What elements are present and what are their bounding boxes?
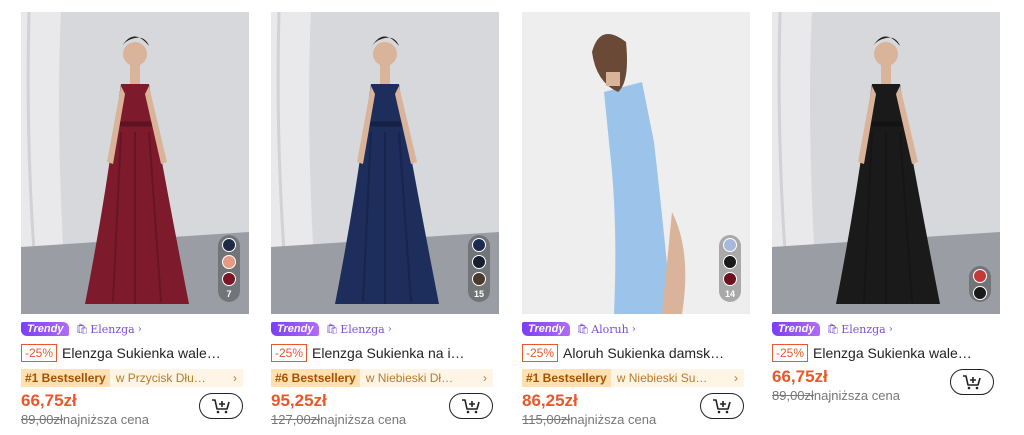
bestseller-category: w Niebieski Su… bbox=[616, 371, 708, 385]
product-photo bbox=[21, 12, 249, 314]
product-title[interactable]: Aloruh Sukienka damsk… bbox=[563, 345, 747, 361]
trendy-badge: Trendy bbox=[522, 322, 571, 336]
bestseller-rank: #6 Bestsellery bbox=[271, 369, 360, 387]
bestseller-rank: #1 Bestsellery bbox=[21, 369, 110, 387]
chevron-right-icon: › bbox=[483, 371, 487, 385]
color-swatch[interactable] bbox=[222, 238, 236, 252]
swatch-count: 15 bbox=[473, 289, 484, 299]
discount-badge: -25% bbox=[21, 344, 58, 362]
store-link[interactable]: 🛍 Elenzga › bbox=[75, 323, 141, 336]
add-to-cart-icon bbox=[462, 399, 480, 414]
bestseller-link[interactable]: #1 Bestsellery w Przycisk Dłu… › bbox=[21, 369, 243, 387]
store-name: Elenzga bbox=[90, 322, 135, 336]
discount-badge: -25% bbox=[772, 344, 809, 362]
add-to-cart-button[interactable] bbox=[449, 393, 493, 419]
color-swatches[interactable]: 15 bbox=[468, 235, 490, 302]
chevron-right-icon: › bbox=[888, 323, 893, 335]
bag-icon: 🛍 bbox=[75, 323, 89, 335]
color-swatch[interactable] bbox=[723, 238, 737, 252]
product-title[interactable]: Elenzga Sukienka wale… bbox=[62, 345, 246, 361]
product-image[interactable] bbox=[772, 12, 1000, 314]
lowest-price-label: najniższa cena bbox=[320, 412, 407, 427]
color-swatch[interactable] bbox=[723, 272, 737, 286]
product-card[interactable]: Trendy 🛍 Elenzga › -25% Elenzga Sukienka wale… bbox=[772, 12, 1002, 411]
swatch-count: 7 bbox=[226, 289, 232, 299]
product-photo bbox=[271, 12, 499, 314]
chevron-right-icon: › bbox=[233, 371, 237, 385]
product-image[interactable]: 7 bbox=[21, 12, 249, 314]
product-image[interactable]: 15 bbox=[271, 12, 499, 314]
add-to-cart-icon bbox=[713, 399, 731, 414]
bestseller-link[interactable]: #6 Bestsellery w Niebieski Dł… › bbox=[271, 369, 493, 387]
add-to-cart-icon bbox=[212, 399, 230, 414]
store-name: Aloruh bbox=[591, 322, 629, 336]
old-price: 89,00zł bbox=[21, 412, 63, 427]
trendy-badge: Trendy bbox=[271, 322, 320, 336]
store-link[interactable]: 🛍 Aloruh › bbox=[576, 323, 635, 336]
old-price: 115,00zł bbox=[522, 412, 571, 427]
bag-icon: 🛍 bbox=[325, 323, 339, 335]
swatch-count: 14 bbox=[724, 289, 735, 299]
bestseller-category: w Niebieski Dł… bbox=[365, 371, 454, 385]
bestseller-rank: #1 Bestsellery bbox=[522, 369, 611, 387]
color-swatch[interactable] bbox=[973, 269, 987, 283]
color-swatch[interactable] bbox=[222, 255, 236, 269]
old-price: 89,00zł bbox=[772, 388, 814, 403]
add-to-cart-button[interactable] bbox=[199, 393, 243, 419]
product-image[interactable]: 14 bbox=[522, 12, 750, 314]
add-to-cart-button[interactable] bbox=[700, 393, 744, 419]
color-swatch[interactable] bbox=[723, 255, 737, 269]
product-photo bbox=[772, 12, 1000, 314]
old-price: 127,00zł bbox=[271, 412, 321, 427]
store-link[interactable]: 🛍 Elenzga › bbox=[826, 323, 892, 336]
color-swatch[interactable] bbox=[472, 255, 486, 269]
trendy-badge: Trendy bbox=[21, 322, 70, 336]
color-swatch[interactable] bbox=[472, 238, 486, 252]
bag-icon: 🛍 bbox=[576, 323, 590, 335]
product-photo bbox=[522, 12, 750, 314]
color-swatch[interactable] bbox=[973, 286, 987, 300]
chevron-right-icon: › bbox=[734, 371, 738, 385]
bestseller-category: w Przycisk Dłu… bbox=[115, 371, 206, 385]
add-to-cart-icon bbox=[963, 375, 981, 390]
discount-badge: -25% bbox=[271, 344, 308, 362]
chevron-right-icon: › bbox=[631, 323, 636, 335]
color-swatches[interactable] bbox=[969, 266, 991, 302]
lowest-price-label: najniższa cena bbox=[570, 412, 657, 427]
bag-icon: 🛍 bbox=[826, 323, 840, 335]
store-link[interactable]: 🛍 Elenzga › bbox=[325, 323, 391, 336]
product-title[interactable]: Elenzga Sukienka na i… bbox=[312, 345, 496, 361]
product-card[interactable]: 7 Trendy 🛍 Elenzga › -25% Elenzga Sukienka wal… bbox=[21, 12, 251, 435]
color-swatches[interactable]: 14 bbox=[719, 235, 741, 302]
chevron-right-icon: › bbox=[387, 323, 392, 335]
store-name: Elenzga bbox=[340, 322, 385, 336]
color-swatch[interactable] bbox=[222, 272, 236, 286]
add-to-cart-button[interactable] bbox=[950, 369, 994, 395]
product-title[interactable]: Elenzga Sukienka wale… bbox=[813, 345, 997, 361]
lowest-price-label: najniższa cena bbox=[62, 412, 149, 427]
bestseller-link[interactable]: #1 Bestsellery w Niebieski Su… › bbox=[522, 369, 744, 387]
product-card[interactable]: 14 Trendy 🛍 Aloruh › -25% Aloruh Sukienka dams… bbox=[522, 12, 752, 435]
product-card[interactable]: 15 Trendy 🛍 Elenzga › -25% Elenzga Sukienka na… bbox=[271, 12, 501, 435]
store-name: Elenzga bbox=[841, 322, 886, 336]
lowest-price-label: najniższa cena bbox=[813, 388, 900, 403]
trendy-badge: Trendy bbox=[772, 322, 821, 336]
discount-badge: -25% bbox=[522, 344, 559, 362]
color-swatches[interactable]: 7 bbox=[218, 235, 240, 302]
color-swatch[interactable] bbox=[472, 272, 486, 286]
chevron-right-icon: › bbox=[137, 323, 142, 335]
